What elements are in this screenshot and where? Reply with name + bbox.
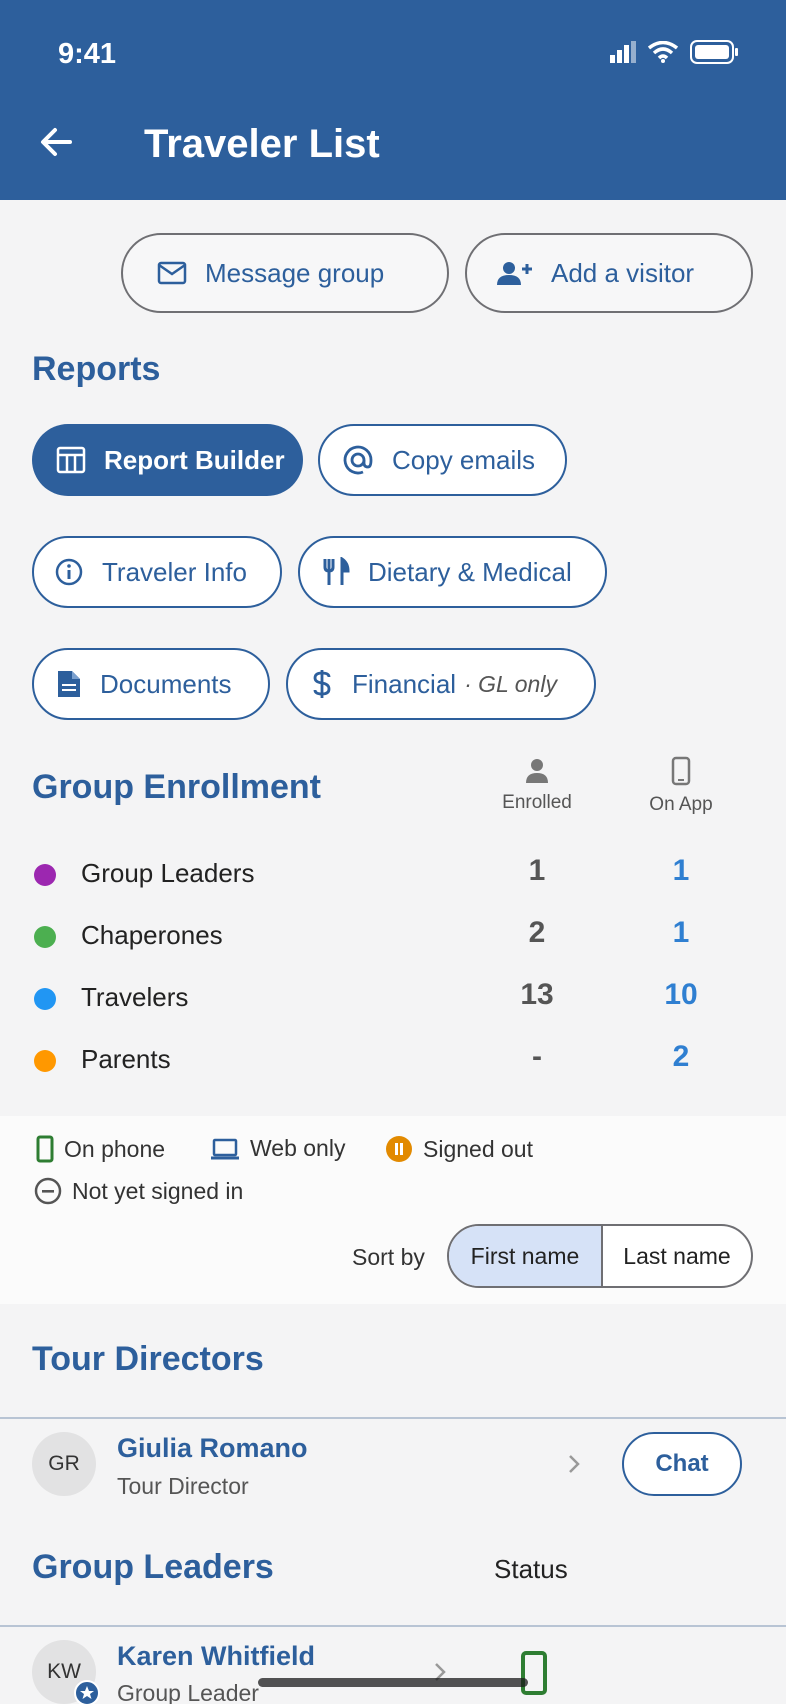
traveler-info-label: Traveler Info — [102, 556, 247, 587]
on-phone-status-icon — [521, 1651, 547, 1695]
financial-button[interactable]: Financial · GL only — [286, 648, 596, 720]
copy-emails-button[interactable]: Copy emails — [318, 424, 567, 496]
financial-note: · GL only — [464, 670, 557, 697]
home-indicator — [258, 1678, 528, 1687]
phone-green-icon — [36, 1135, 54, 1163]
legend-on-phone: On phone — [36, 1135, 165, 1163]
enrolled-column-label: Enrolled — [502, 792, 572, 813]
message-group-label: Message group — [205, 257, 385, 288]
dollar-icon — [313, 670, 331, 698]
legend-signed-out-label: Signed out — [423, 1135, 533, 1162]
enrollment-row-label: Group Leaders — [81, 858, 255, 888]
add-visitor-button[interactable]: Add a visitor — [465, 233, 753, 313]
info-icon — [55, 558, 83, 586]
page-title: Traveler List — [144, 122, 380, 166]
report-builder-button[interactable]: Report Builder — [32, 424, 303, 496]
person-name: Giulia Romano — [117, 1433, 308, 1463]
avatar: GR — [32, 1432, 96, 1496]
phone-icon — [671, 756, 691, 786]
enrollment-row-label: Parents — [81, 1044, 171, 1074]
dietary-medical-label: Dietary & Medical — [368, 556, 572, 587]
on-app-count: 10 — [664, 978, 698, 1011]
legend-web-only-label: Web only — [250, 1135, 346, 1161]
status-column-label: Status — [494, 1554, 568, 1584]
fork-knife-icon — [323, 557, 350, 585]
pause-circle-icon — [386, 1136, 412, 1162]
on-app-count: 1 — [672, 916, 690, 949]
legend-on-phone-label: On phone — [64, 1135, 166, 1162]
documents-button[interactable]: Documents — [32, 648, 270, 720]
enrolled-count: - — [532, 1040, 542, 1073]
sort-first-name-option[interactable]: First name — [449, 1226, 603, 1286]
group-leaders-heading: Group Leaders — [32, 1548, 274, 1586]
battery-icon — [690, 40, 738, 64]
document-icon — [58, 671, 80, 697]
sort-by-label: Sort by — [352, 1244, 425, 1270]
enrollment-row-parents: Parents - 2 — [0, 1038, 786, 1084]
chaperones-color-dot — [34, 926, 56, 948]
cellular-signal-icon — [610, 41, 636, 63]
person-role: Tour Director — [117, 1473, 249, 1499]
star-badge-icon — [74, 1680, 100, 1704]
financial-label: Financial — [352, 668, 457, 699]
legend-web-only: Web only — [210, 1135, 345, 1162]
parents-color-dot — [34, 1050, 56, 1072]
back-arrow-icon[interactable] — [36, 122, 76, 162]
envelope-icon — [157, 261, 187, 285]
at-sign-icon — [343, 445, 373, 475]
group-enrollment-heading: Group Enrollment — [32, 768, 321, 806]
table-icon — [56, 446, 86, 474]
message-group-button[interactable]: Message group — [121, 233, 449, 313]
sort-last-name-option[interactable]: Last name — [603, 1226, 751, 1286]
on-app-column-label: On App — [649, 794, 713, 815]
traveler-info-button[interactable]: Traveler Info — [32, 536, 282, 608]
person-icon — [526, 759, 548, 783]
add-visitor-label: Add a visitor — [551, 257, 695, 288]
enrolled-count: 13 — [520, 978, 554, 1011]
enrollment-row-group-leaders: Group Leaders 1 1 — [0, 852, 786, 898]
enrolled-count: 1 — [528, 854, 546, 887]
chevron-right-icon — [569, 1455, 580, 1473]
reports-heading: Reports — [32, 350, 161, 388]
tour-directors-heading: Tour Directors — [32, 1340, 264, 1378]
group-leaders-color-dot — [34, 864, 56, 886]
person-name: Karen Whitfield — [117, 1641, 316, 1671]
status-time: 9:41 — [58, 38, 117, 70]
sort-segmented-control: First name Last name — [447, 1224, 753, 1288]
wifi-icon — [648, 41, 678, 63]
on-app-count: 2 — [672, 1040, 690, 1073]
laptop-icon — [211, 1138, 239, 1159]
dietary-medical-button[interactable]: Dietary & Medical — [298, 536, 607, 608]
enrolled-column-header: Enrolled — [477, 758, 597, 814]
add-person-icon — [497, 262, 532, 285]
person-role: Group Leader — [117, 1680, 259, 1704]
enrollment-row-label: Travelers — [81, 982, 189, 1012]
on-app-count: 1 — [672, 854, 690, 887]
minus-circle-icon — [34, 1177, 62, 1205]
chat-button[interactable]: Chat — [622, 1432, 742, 1496]
documents-label: Documents — [100, 668, 232, 699]
enrollment-row-label: Chaperones — [81, 920, 223, 950]
status-icons — [610, 40, 740, 64]
legend-signed-out: Signed out — [385, 1135, 533, 1163]
on-app-column-header: On App — [621, 756, 741, 816]
enrollment-row-chaperones: Chaperones 2 1 — [0, 914, 786, 960]
section-divider — [0, 1625, 786, 1627]
enrollment-row-travelers: Travelers 13 10 — [0, 976, 786, 1022]
enrolled-count: 2 — [528, 916, 546, 949]
copy-emails-label: Copy emails — [392, 444, 536, 475]
legend-not-signed-in: Not yet signed in — [34, 1177, 243, 1205]
report-builder-label: Report Builder — [104, 444, 285, 475]
section-divider — [0, 1417, 786, 1419]
travelers-color-dot — [34, 988, 56, 1010]
legend-not-signed-in-label: Not yet signed in — [72, 1177, 244, 1204]
app-header: 9:41 Traveler List — [0, 0, 786, 200]
